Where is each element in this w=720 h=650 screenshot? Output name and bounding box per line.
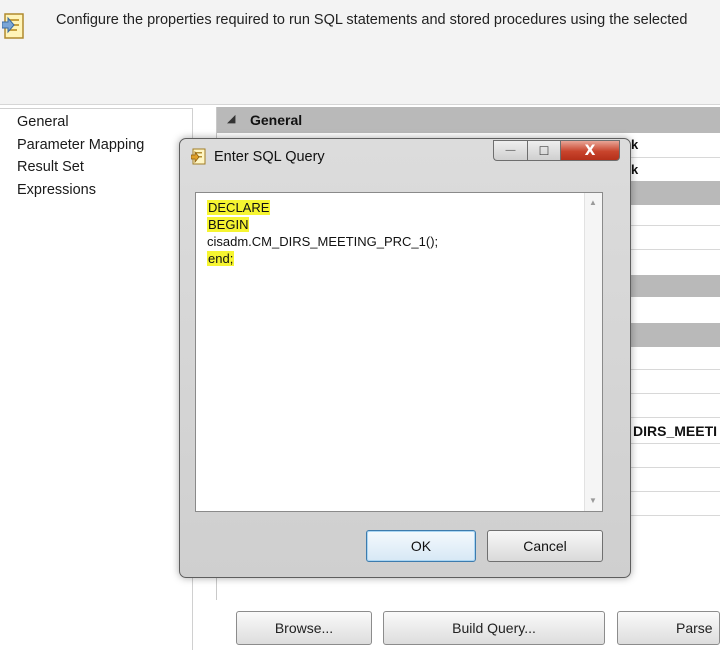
section-label-general: General [250,112,303,128]
cancel-button[interactable]: Cancel [487,530,603,562]
enter-sql-query-dialog: Enter SQL Query — ☐ X DECLARE BEGIN cisa… [179,138,631,578]
build-query-button[interactable]: Build Query... [383,611,605,645]
sql-line-text: end; [207,251,235,266]
sql-statement-value[interactable]: DIRS_MEETI [633,423,717,439]
nav-item-result-set[interactable]: Result Set [17,159,84,175]
ok-button[interactable]: OK [366,530,476,562]
grid-line [617,515,720,516]
grid-band [617,181,720,205]
close-button[interactable]: X [560,140,620,161]
close-icon: X [584,142,596,159]
browse-button[interactable]: Browse... [236,611,372,645]
scroll-up-arrow-icon[interactable]: ▲ [589,198,597,207]
grid-band [617,323,720,347]
scroll-down-arrow-icon[interactable]: ▼ [589,496,597,505]
sql-text[interactable]: DECLARE BEGIN cisadm.CM_DIRS_MEETING_PRC… [207,199,438,267]
sql-line-text: cisadm.CM_DIRS_MEETING_PRC_1(); [207,234,439,249]
sql-query-editor[interactable]: DECLARE BEGIN cisadm.CM_DIRS_MEETING_PRC… [195,192,603,512]
sql-query-icon [191,148,206,165]
header-description: Configure the properties required to run… [56,12,688,28]
caption-buttons: — ☐ X [493,140,620,161]
minimize-button[interactable]: — [493,140,527,161]
dialog-title: Enter SQL Query [214,149,325,165]
editor-scrollbar[interactable]: ▲ ▼ [584,193,602,511]
grid-line [617,157,720,158]
sql-line: DECLARE [207,199,438,216]
maximize-icon: ☐ [538,143,550,158]
collapse-arrow-icon[interactable]: ◢ [227,112,235,125]
grid-line [617,225,720,226]
sql-line: BEGIN [207,216,438,233]
grid-line [617,417,720,418]
grid-band [617,275,720,297]
sql-line-text: BEGIN [207,217,250,232]
dialog-header: Configure the properties required to run… [0,0,720,105]
grid-line [617,249,720,250]
grid-line [617,467,720,468]
grid-line [617,393,720,394]
execute-sql-task-icon [2,13,24,39]
sql-line: cisadm.CM_DIRS_MEETING_PRC_1(); [207,233,438,250]
minimize-icon: — [505,145,516,156]
nav-item-parameter-mapping[interactable]: Parameter Mapping [17,137,144,153]
maximize-button[interactable]: ☐ [527,140,560,161]
parse-button[interactable]: Parse [617,611,720,645]
property-grid-section-header[interactable]: ◢ General [217,107,720,133]
property-value-fragment: k [631,137,639,152]
sql-line-text: DECLARE [207,200,271,215]
sql-line: end; [207,250,438,267]
nav-item-expressions[interactable]: Expressions [17,182,96,198]
grid-line [617,443,720,444]
left-nav: General Parameter Mapping Result Set Exp… [0,108,193,650]
nav-item-general[interactable]: General [17,114,69,130]
property-value-fragment: k [631,162,639,177]
grid-line [617,491,720,492]
grid-line [617,369,720,370]
